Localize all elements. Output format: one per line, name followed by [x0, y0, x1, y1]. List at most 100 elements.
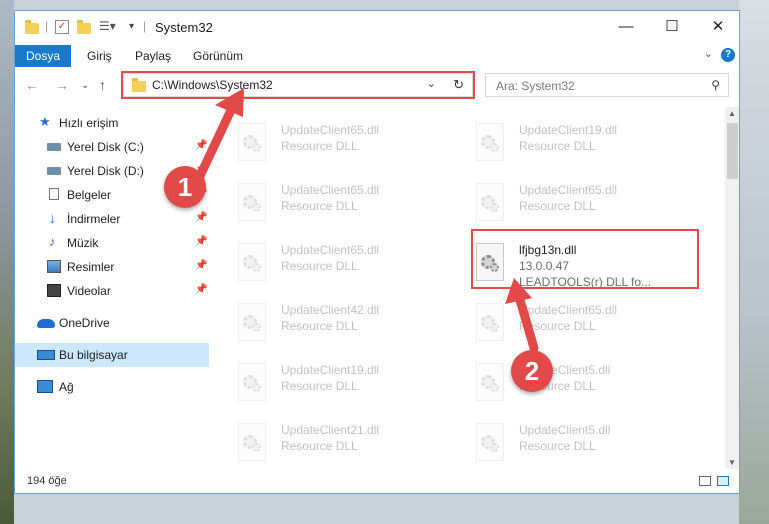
file-type: Resource DLL	[519, 199, 596, 213]
file-item[interactable]: UpdateClient65.dll Resource DLL	[235, 181, 465, 233]
file-type: Resource DLL	[519, 319, 596, 333]
pin-icon[interactable]: 📌	[195, 284, 207, 295]
sidebar-item-label: Videolar	[67, 284, 111, 298]
rename-icon[interactable]: ☰▾	[99, 19, 116, 35]
chevron-down-icon[interactable]: ⌄	[704, 47, 713, 60]
tab-file[interactable]: Dosya	[15, 45, 71, 67]
file-type: Resource DLL	[281, 319, 358, 333]
sidebar-item-label: Bu bilgisayar	[59, 348, 128, 362]
file-name: UpdateClient65.dll	[281, 123, 380, 137]
item-count: 194 öğe	[27, 475, 67, 487]
back-arrow-icon[interactable]: ←	[25, 77, 39, 93]
recent-locations-icon[interactable]: ⌄	[81, 80, 89, 91]
pin-icon[interactable]: 📌	[195, 260, 207, 271]
file-name: UpdateClient65.dll	[281, 183, 380, 197]
file-item[interactable]: UpdateClient65.dll Resource DLL	[235, 121, 465, 173]
sidebar-item-this-pc[interactable]: Bu bilgisayar	[15, 343, 209, 367]
file-type: Resource DLL	[519, 439, 596, 453]
sidebar-item-pictures[interactable]: Resimler 📌	[15, 255, 209, 279]
file-type: Resource DLL	[281, 439, 358, 453]
sidebar-item-music[interactable]: ♪ Müzik 📌	[15, 231, 209, 255]
file-highlight-box	[471, 229, 699, 289]
file-item[interactable]: UpdateClient42.dll Resource DLL	[235, 301, 465, 353]
search-input[interactable]: Ara: System32 ⚲	[485, 73, 729, 97]
computer-icon	[37, 350, 55, 360]
file-item[interactable]: UpdateClient5.dll Resource DLL	[473, 421, 703, 471]
file-name: UpdateClient42.dll	[281, 303, 380, 317]
file-name: UpdateClient65.dll	[519, 303, 618, 317]
dll-file-icon	[235, 123, 269, 163]
pin-icon[interactable]: 📌	[195, 140, 207, 151]
tab-share[interactable]: Paylaş	[123, 45, 183, 67]
sidebar-item-onedrive[interactable]: OneDrive	[15, 311, 209, 335]
up-arrow-icon[interactable]: ↑	[99, 77, 106, 93]
file-item[interactable]: UpdateClient19.dll Resource DLL	[235, 361, 465, 413]
callout-badge-2: 2	[511, 350, 553, 392]
file-name: UpdateClient19.dll	[281, 363, 380, 377]
dll-file-icon	[473, 123, 507, 163]
file-item[interactable]: UpdateClient65.dll Resource DLL	[235, 241, 465, 293]
pictures-icon	[47, 260, 61, 273]
close-button[interactable]: ✕	[695, 11, 739, 43]
sidebar-item-videos[interactable]: Videolar 📌	[15, 279, 209, 303]
search-icon[interactable]: ⚲	[711, 78, 720, 92]
status-bar: 194 öğe	[15, 471, 739, 493]
navigation-pane: ★ Hızlı erişim Yerel Disk (C:) 📌 Yerel D…	[15, 107, 209, 467]
file-item[interactable]: UpdateClient19.dll Resource DLL	[473, 121, 703, 173]
sidebar-item-network[interactable]: Ağ	[15, 375, 209, 399]
sidebar-item-label: Hızlı erişim	[59, 116, 119, 130]
desktop-background-left	[0, 0, 14, 524]
dll-file-icon	[473, 363, 507, 403]
search-placeholder: Ara: System32	[496, 79, 575, 93]
folder-icon	[25, 20, 39, 36]
file-type: Resource DLL	[281, 379, 358, 393]
file-item[interactable]: UpdateClient65.dll Resource DLL	[473, 301, 703, 353]
dll-file-icon	[235, 243, 269, 283]
sidebar-item-label: OneDrive	[59, 316, 110, 330]
video-icon	[47, 284, 61, 297]
tiles-view-icon[interactable]	[717, 476, 729, 486]
tab-view[interactable]: Görünüm	[181, 45, 255, 67]
tab-home[interactable]: Giriş	[75, 45, 124, 67]
sidebar-item-label: Yerel Disk (C:)	[67, 140, 144, 154]
star-icon: ★	[39, 114, 51, 129]
file-type: Resource DLL	[281, 139, 358, 153]
pin-icon[interactable]: 📌	[195, 236, 207, 247]
sidebar-item-downloads[interactable]: ↓ İndirmeler 📌	[15, 207, 209, 231]
minimize-button[interactable]: —	[603, 11, 649, 43]
sidebar-item-local-disk-c[interactable]: Yerel Disk (C:) 📌	[15, 135, 209, 159]
callout-badge-1: 1	[164, 166, 206, 208]
scrollbar-thumb[interactable]	[727, 123, 738, 179]
file-list: UpdateClient65.dll Resource DLL UpdateCl…	[225, 107, 725, 471]
new-folder-icon[interactable]	[77, 20, 91, 36]
file-type: Resource DLL	[519, 139, 596, 153]
file-item[interactable]: UpdateClient5.dll Resource DLL	[473, 361, 703, 413]
scroll-up-icon[interactable]: ▲	[728, 109, 736, 118]
file-name: UpdateClient19.dll	[519, 123, 618, 137]
dll-file-icon	[473, 303, 507, 343]
vertical-scrollbar[interactable]: ▲ ▼	[725, 107, 739, 469]
file-item[interactable]: UpdateClient21.dll Resource DLL	[235, 421, 465, 471]
ribbon-tabs: Dosya Giriş Paylaş Görünüm ⌄ ?	[15, 45, 739, 67]
customize-toolbar-icon[interactable]: ▾	[129, 21, 134, 37]
forward-arrow-icon[interactable]: →	[55, 77, 69, 93]
sidebar-item-quick-access[interactable]: ★ Hızlı erişim	[15, 111, 209, 135]
sidebar-item-label: Ağ	[59, 380, 74, 394]
properties-icon[interactable]: ✓	[55, 20, 69, 34]
dll-file-icon	[235, 363, 269, 403]
help-icon[interactable]: ?	[721, 48, 735, 62]
dll-file-icon	[235, 303, 269, 343]
pin-icon[interactable]: 📌	[195, 212, 207, 223]
desktop-background-right	[739, 0, 769, 524]
dll-file-icon	[235, 423, 269, 463]
file-name: UpdateClient65.dll	[519, 183, 618, 197]
scroll-down-icon[interactable]: ▼	[728, 458, 736, 467]
dll-file-icon	[473, 423, 507, 463]
file-explorer-window: | ✓ ☰▾ ▾ | System32 — ☐ ✕ Dosya Giriş Pa…	[14, 10, 740, 494]
file-type: Resource DLL	[281, 259, 358, 273]
download-icon: ↓	[49, 210, 56, 226]
details-view-icon[interactable]	[699, 476, 711, 486]
maximize-button[interactable]: ☐	[649, 11, 695, 43]
file-item[interactable]: UpdateClient65.dll Resource DLL	[473, 181, 703, 233]
file-name: UpdateClient65.dll	[281, 243, 380, 257]
